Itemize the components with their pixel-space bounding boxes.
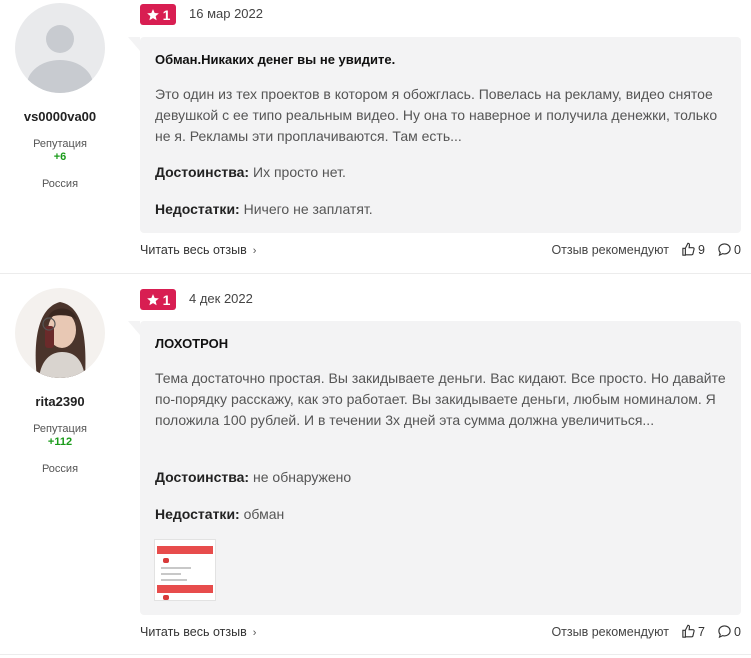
bubble-arrow [128,37,140,51]
reputation-value: +6 [53,151,67,163]
cons-text: Ничего не заплатят. [243,201,373,217]
review-text: Это один из тех проектов в котором я обо… [155,86,718,144]
reputation-value: +112 [47,436,73,448]
review-title[interactable]: Обман.Никаких денег вы не увидите. [155,52,395,67]
comments-button[interactable]: 0 [717,624,741,639]
review-cons: Недостатки: Ничего не заплатят. [155,201,373,217]
read-more-link[interactable]: Читать весь отзыв › [140,625,256,639]
review-content: ЛОХОТРОН Тема достаточно простая. Вы зак… [128,321,741,615]
rating-value: 1 [162,291,171,308]
star-icon [146,8,159,20]
review-title[interactable]: ЛОХОТРОН [155,336,228,351]
thumbs-up-icon [682,242,695,256]
review-card: vs0000va00 Репутация +6 Россия 1 16 мар … [0,0,751,274]
review-date: 16 мар 2022 [189,6,264,21]
attached-image-thumbnail[interactable] [154,539,216,601]
country: Россия [41,463,79,475]
recommend-label: Отзыв рекомендуют [551,243,669,257]
avatar[interactable] [15,3,105,93]
country: Россия [41,178,79,190]
bubble-arrow [128,321,140,335]
pros-text: не обнаружено [253,469,352,485]
review-content: Обман.Никаких денег вы не увидите. Это о… [128,37,741,233]
rating-badge: 1 [140,289,176,310]
comments-count: 0 [734,624,741,639]
read-more-label: Читать весь отзыв [140,243,247,257]
avatar[interactable] [15,288,105,378]
pros-label: Достоинства: [155,469,250,485]
comments-count: 0 [734,242,741,257]
likes-count: 9 [698,242,705,257]
pros-text: Их просто нет. [253,164,346,180]
cons-label: Недостатки: [155,506,240,522]
recommend-label: Отзыв рекомендуют [551,625,669,639]
read-more-link[interactable]: Читать весь отзыв › [140,243,256,257]
like-button[interactable]: 7 [681,624,705,639]
comments-button[interactable]: 0 [717,242,741,257]
rating-badge: 1 [140,4,176,25]
chevron-right-icon: › [252,245,257,257]
likes-count: 7 [698,624,705,639]
star-icon [146,293,159,305]
review-footer: Читать весь отзыв › Отзыв рекомендуют 9 0 [140,243,741,263]
rating-value: 1 [162,6,171,23]
like-button[interactable]: 9 [681,242,705,257]
review-footer: Читать весь отзыв › Отзыв рекомендуют 7 0 [140,625,741,645]
review-pros: Достоинства: Их просто нет. [155,164,346,180]
comment-icon [718,625,731,639]
comment-icon [718,243,731,257]
username[interactable]: vs0000va00 [0,109,120,124]
reputation-label: Репутация [33,138,87,150]
cons-label: Недостатки: [155,201,240,217]
pros-label: Достоинства: [155,164,250,180]
read-more-label: Читать весь отзыв [140,625,247,639]
chevron-right-icon: › [252,627,257,639]
review-date: 4 дек 2022 [189,291,253,306]
review-card: rita2390 Репутация +112 Россия 1 4 дек 2… [0,285,751,655]
thumbs-up-icon [682,624,695,638]
review-pros: Достоинства: не обнаружено [155,469,351,485]
cons-text: обман [243,506,285,522]
review-cons: Недостатки: обман [155,506,284,522]
username[interactable]: rita2390 [0,394,120,409]
reputation-label: Репутация [33,423,87,435]
review-text: Тема достаточно простая. Вы закидываете … [155,370,726,428]
